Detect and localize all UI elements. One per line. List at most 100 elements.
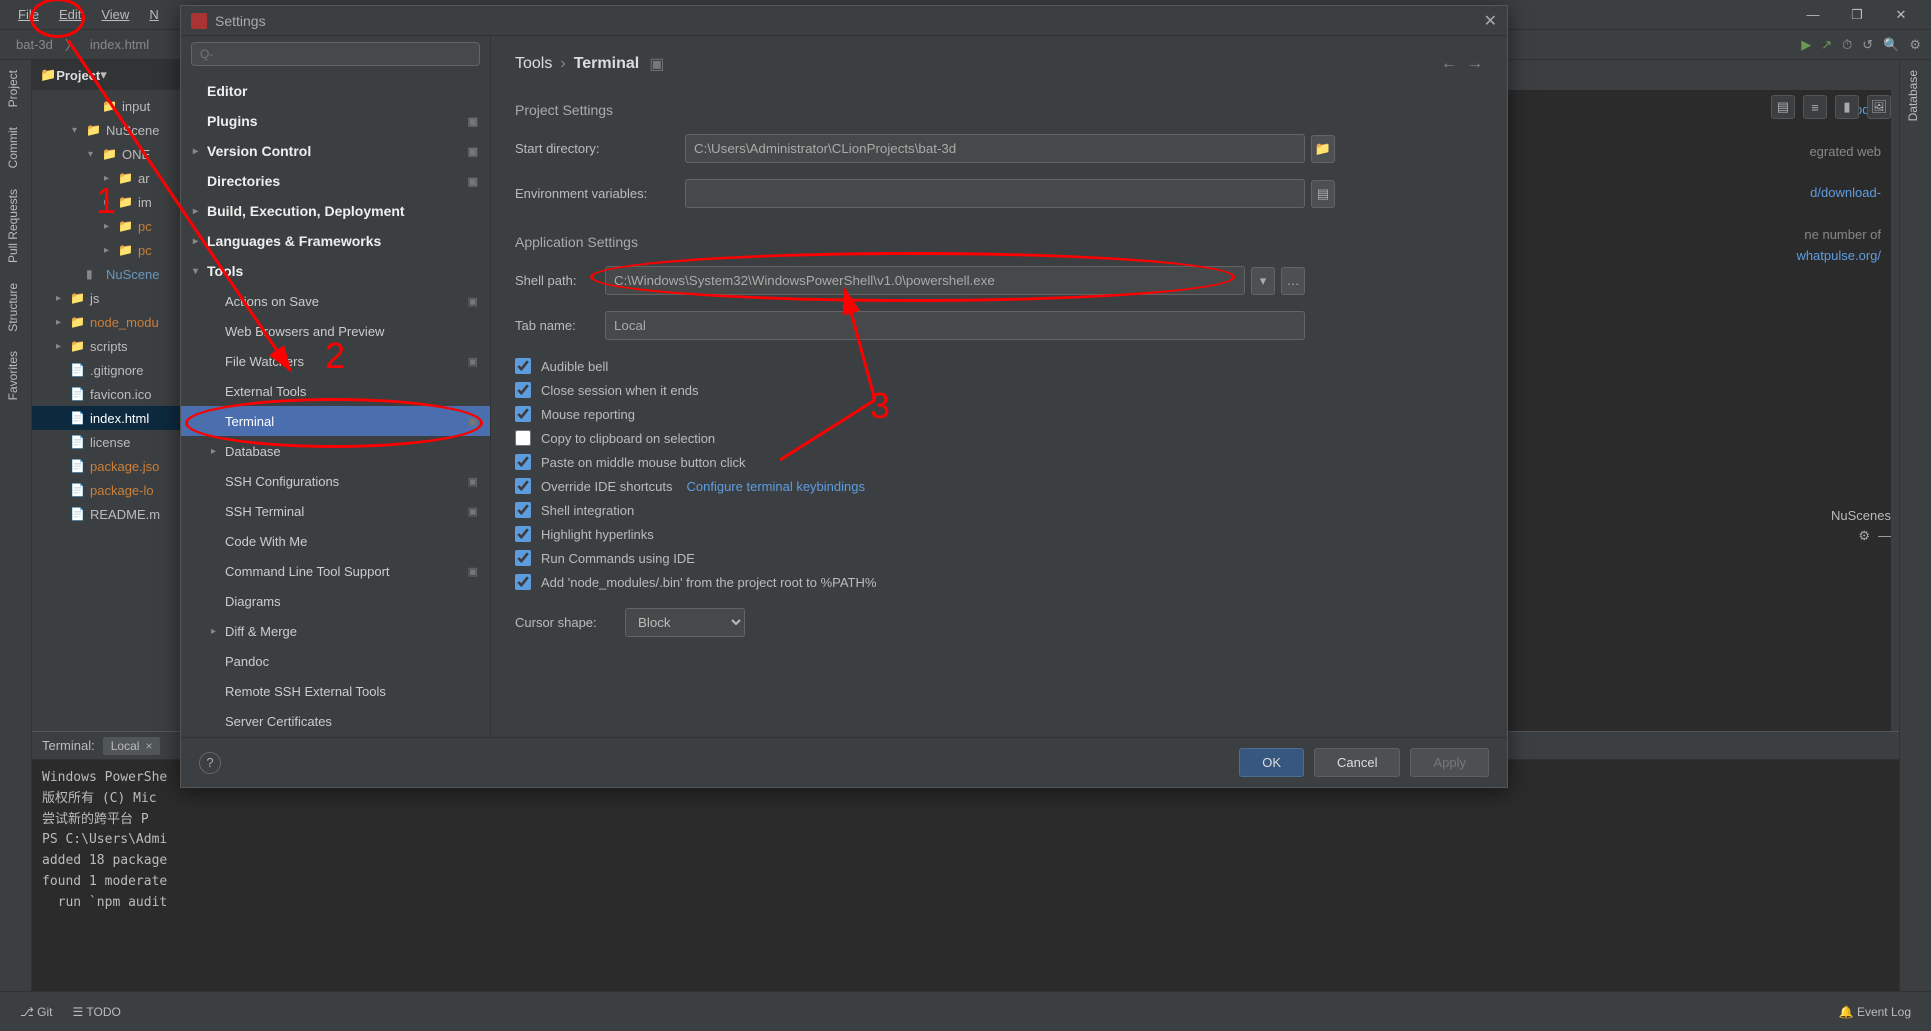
settings-tree-item[interactable]: Editor: [181, 76, 490, 106]
dropdown-icon[interactable]: ▾: [1251, 267, 1275, 295]
statusbar-git[interactable]: ⎇ Git: [10, 1005, 63, 1019]
toolbar-search-icon[interactable]: 🔍: [1883, 37, 1899, 53]
chevron-down-icon[interactable]: ▾: [100, 67, 107, 83]
settings-tree-item[interactable]: ▸Diff & Merge: [181, 616, 490, 646]
statusbar-todo[interactable]: ☰ TODO: [63, 1005, 131, 1019]
chevron-icon: ▸: [104, 197, 118, 208]
checkbox[interactable]: [515, 478, 531, 494]
chevron-icon: ▸: [193, 236, 207, 247]
start-directory-input[interactable]: [685, 134, 1305, 163]
view-split-icon[interactable]: ▮: [1835, 95, 1859, 119]
settings-crumb-tools[interactable]: Tools: [515, 55, 552, 73]
view-image-icon[interactable]: 🖼: [1867, 95, 1891, 119]
close-icon[interactable]: ×: [145, 739, 152, 753]
checkbox[interactable]: [515, 550, 531, 566]
checkbox[interactable]: [515, 526, 531, 542]
list-icon[interactable]: ▤: [1311, 180, 1335, 208]
breadcrumb-file[interactable]: index.html: [84, 37, 155, 52]
statusbar-event-log[interactable]: 🔔 Event Log: [1829, 1005, 1921, 1019]
settings-tree-item[interactable]: Command Line Tool Support▣: [181, 556, 490, 586]
settings-tree-item[interactable]: ▸Database: [181, 436, 490, 466]
apply-button[interactable]: Apply: [1410, 748, 1489, 777]
cursor-shape-label: Cursor shape:: [515, 615, 625, 630]
dialog-close-icon[interactable]: ✕: [1484, 11, 1497, 31]
editor-link[interactable]: d/download-: [1810, 185, 1881, 200]
checkbox[interactable]: [515, 406, 531, 422]
settings-tree-item[interactable]: Pandoc: [181, 646, 490, 676]
rail-database[interactable]: Database: [1900, 60, 1926, 131]
toolbar-deploy-icon[interactable]: ↗: [1821, 37, 1832, 53]
toolbar-run-icon[interactable]: ▶: [1801, 37, 1811, 53]
project-panel-title: Project: [56, 68, 100, 83]
shell-path-input[interactable]: [605, 266, 1245, 295]
settings-tree-item[interactable]: Code With Me: [181, 526, 490, 556]
browse-folder-icon[interactable]: 📁: [1311, 135, 1335, 163]
settings-tree-item[interactable]: ▸Build, Execution, Deployment: [181, 196, 490, 226]
settings-search-input[interactable]: [191, 42, 480, 66]
breadcrumb-project[interactable]: bat-3d: [10, 37, 59, 52]
checkbox[interactable]: [515, 454, 531, 470]
settings-tree-item[interactable]: Web Browsers and Preview: [181, 316, 490, 346]
file-icon: 📁: [102, 147, 118, 161]
rail-project[interactable]: Project: [0, 60, 26, 117]
window-close[interactable]: ✕: [1887, 7, 1915, 23]
settings-tree-item[interactable]: ▸Languages & Frameworks: [181, 226, 490, 256]
toolbar-undo-icon[interactable]: ↺: [1862, 37, 1873, 53]
menu-file[interactable]: File: [8, 7, 49, 22]
settings-tree-item[interactable]: Server Certificates: [181, 706, 490, 736]
cancel-button[interactable]: Cancel: [1314, 748, 1400, 777]
menu-more[interactable]: N: [139, 7, 168, 22]
rail-favorites[interactable]: Favorites: [0, 341, 26, 410]
settings-tree-item[interactable]: External Tools: [181, 376, 490, 406]
rail-structure[interactable]: Structure: [0, 273, 26, 342]
editor-link[interactable]: whatpulse.org/: [1796, 248, 1881, 263]
settings-tree-item[interactable]: SSH Configurations▣: [181, 466, 490, 496]
checkbox[interactable]: [515, 430, 531, 446]
browse-icon[interactable]: …: [1281, 267, 1305, 295]
persist-icon: ▣: [468, 145, 478, 158]
chevron-icon: ▸: [211, 626, 225, 637]
env-vars-input[interactable]: [685, 179, 1305, 208]
nav-back-icon[interactable]: ←: [1441, 55, 1457, 73]
terminal-tab-local[interactable]: Local×: [103, 737, 161, 755]
menu-edit[interactable]: Edit: [49, 7, 91, 22]
settings-tree-item[interactable]: Directories▣: [181, 166, 490, 196]
configure-link[interactable]: Configure terminal keybindings: [687, 479, 865, 494]
tab-name-input[interactable]: [605, 311, 1305, 340]
rail-commit[interactable]: Commit: [0, 117, 26, 178]
settings-crumb-terminal: Terminal: [574, 55, 640, 73]
nav-forward-icon[interactable]: →: [1467, 55, 1483, 73]
settings-tree-item[interactable]: File Watchers▣: [181, 346, 490, 376]
toolbar-settings-icon[interactable]: ⚙: [1909, 37, 1921, 53]
chevron-icon: ▾: [193, 266, 207, 277]
checkbox[interactable]: [515, 382, 531, 398]
settings-tree-item[interactable]: Plugins▣: [181, 106, 490, 136]
editor-text: ne number of: [1804, 227, 1881, 242]
settings-tree-item[interactable]: Terminal▣: [181, 406, 490, 436]
rail-pull-requests[interactable]: Pull Requests: [0, 179, 26, 273]
settings-tree-item[interactable]: Diagrams: [181, 586, 490, 616]
view-list-icon[interactable]: ≡: [1803, 95, 1827, 119]
toolbar-timer-icon[interactable]: ⏱: [1842, 37, 1852, 53]
window-minimize[interactable]: —: [1799, 7, 1827, 23]
view-columns-icon[interactable]: ▤: [1771, 95, 1795, 119]
tab-name-label: Tab name:: [515, 318, 605, 333]
settings-tree-item[interactable]: Actions on Save▣: [181, 286, 490, 316]
gear-icon[interactable]: ⚙: [1858, 528, 1870, 544]
checkbox[interactable]: [515, 502, 531, 518]
minimize-icon[interactable]: —: [1878, 528, 1891, 544]
settings-tree-item[interactable]: ▸Version Control▣: [181, 136, 490, 166]
checkbox[interactable]: [515, 358, 531, 374]
persist-icon: ▣: [468, 505, 478, 518]
window-maximize[interactable]: ❐: [1843, 7, 1871, 23]
menu-view[interactable]: View: [91, 7, 139, 22]
ok-button[interactable]: OK: [1239, 748, 1304, 777]
cursor-shape-select[interactable]: Block: [625, 608, 745, 637]
right-panel-title: NuScenes: [1831, 508, 1891, 523]
file-icon: 📄: [70, 435, 86, 449]
checkbox[interactable]: [515, 574, 531, 590]
settings-tree-item[interactable]: ▾Tools: [181, 256, 490, 286]
settings-tree-item[interactable]: Remote SSH External Tools: [181, 676, 490, 706]
settings-tree-item[interactable]: SSH Terminal▣: [181, 496, 490, 526]
help-icon[interactable]: ?: [199, 752, 221, 774]
